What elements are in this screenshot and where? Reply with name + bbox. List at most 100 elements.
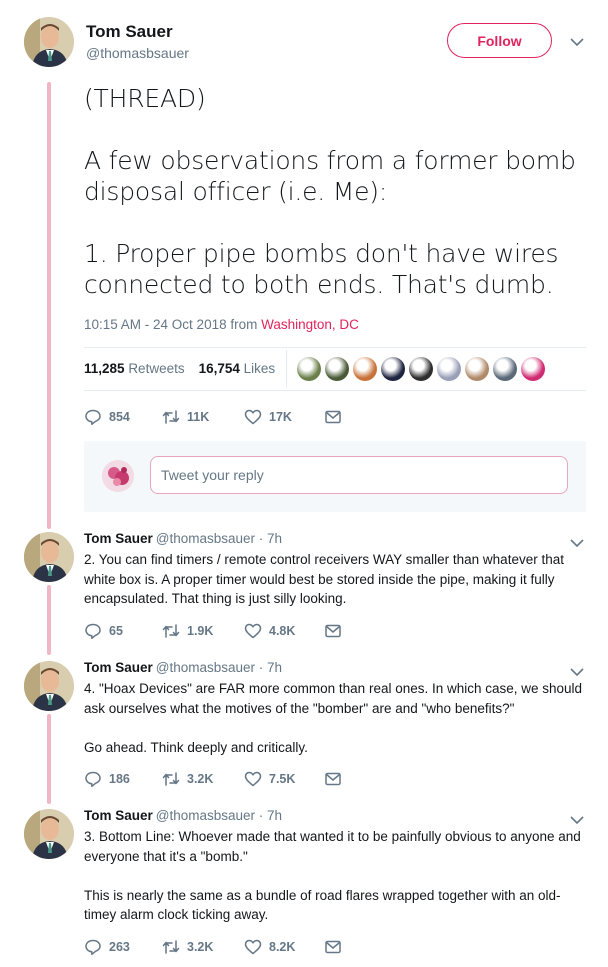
like-action[interactable]: 7.5K	[244, 770, 324, 788]
retweet-icon	[162, 940, 180, 954]
thread-line	[47, 714, 51, 804]
like-count: 17K	[269, 410, 292, 424]
reply-icon	[85, 409, 101, 426]
retweet-icon	[162, 772, 180, 786]
direct-message-action[interactable]	[324, 938, 342, 956]
reply-author[interactable]: Tom Sauer @thomasbsauer · 7h	[84, 660, 282, 675]
author-handle-time: @thomasbsauer · 7h	[155, 531, 283, 546]
reply-count: 263	[109, 940, 130, 954]
tweet-actions: 186 3.2K 7.5K	[84, 770, 342, 788]
thread-line	[47, 585, 51, 655]
tweet-actions: 263 3.2K 8.2K	[84, 938, 342, 956]
avatar	[102, 460, 134, 492]
author-name[interactable]: Tom Sauer	[86, 22, 173, 42]
divider	[84, 347, 586, 348]
reply-count: 186	[109, 772, 130, 786]
retweet-count: 3.2K	[187, 772, 214, 786]
liker-avatar[interactable]	[521, 357, 545, 381]
heart-icon	[244, 623, 262, 639]
reply-action[interactable]: 186	[84, 770, 162, 788]
timestamp-text: 10:15 AM - 24 Oct 2018 from	[84, 317, 262, 332]
chevron-down-icon[interactable]	[569, 537, 585, 549]
reply-action[interactable]: 263	[84, 938, 162, 956]
reply-icon	[85, 771, 101, 788]
retweet-icon	[162, 624, 180, 638]
reply-composer: Tweet your reply	[84, 441, 586, 512]
envelope-icon	[325, 940, 341, 954]
heart-icon	[244, 409, 262, 425]
retweet-action[interactable]: 3.2K	[162, 938, 244, 956]
avatar[interactable]	[24, 17, 74, 67]
divider	[84, 390, 586, 391]
tweet-timestamp: 10:15 AM - 24 Oct 2018 from Washington, …	[84, 317, 359, 332]
chevron-down-icon[interactable]	[569, 814, 585, 826]
reply-icon	[85, 939, 101, 956]
liker-avatar[interactable]	[465, 357, 489, 381]
retweet-count: 11K	[187, 410, 210, 424]
retweet-action[interactable]: 1.9K	[162, 622, 244, 640]
author-handle-time: @thomasbsauer · 7h	[155, 660, 283, 675]
tweet-text: 3. Bottom Line: Whoever made that wanted…	[84, 829, 581, 922]
retweets-count: 11,285	[84, 361, 125, 376]
reply-action[interactable]: 65	[84, 622, 162, 640]
author-handle[interactable]: @thomasbsauer	[86, 45, 189, 61]
follow-button[interactable]: Follow	[447, 23, 552, 58]
avatar[interactable]	[24, 661, 74, 711]
liker-avatar[interactable]	[409, 357, 433, 381]
like-count: 8.2K	[269, 940, 296, 954]
direct-message-action[interactable]	[324, 770, 342, 788]
retweet-count: 3.2K	[187, 940, 214, 954]
retweets-stat[interactable]: 11,285 Retweets	[84, 361, 185, 376]
tweet-text: 2. You can find timers / remote control …	[84, 552, 564, 606]
reply-author[interactable]: Tom Sauer @thomasbsauer · 7h	[84, 531, 282, 546]
liker-avatar[interactable]	[437, 357, 461, 381]
reply-author[interactable]: Tom Sauer @thomasbsauer · 7h	[84, 808, 282, 823]
thread-line	[47, 82, 51, 529]
avatar[interactable]	[24, 532, 74, 582]
tweet-actions: 65 1.9K 4.8K	[84, 622, 342, 640]
liker-avatar[interactable]	[325, 357, 349, 381]
retweet-count: 1.9K	[187, 624, 214, 638]
divider	[286, 350, 287, 388]
like-action[interactable]: 4.8K	[244, 622, 324, 640]
likes-label: Likes	[243, 361, 276, 376]
author-name: Tom Sauer	[84, 808, 153, 823]
liker-avatars	[297, 357, 545, 381]
like-action[interactable]: 17K	[244, 408, 324, 426]
reply-action[interactable]: 854	[84, 408, 162, 426]
direct-message-action[interactable]	[324, 622, 342, 640]
envelope-icon	[325, 410, 341, 424]
liker-avatar[interactable]	[297, 357, 321, 381]
tweet-text: 4. "Hoax Devices" are FAR more common th…	[84, 681, 583, 755]
liker-avatar[interactable]	[381, 357, 405, 381]
author-name: Tom Sauer	[84, 531, 153, 546]
reply-icon	[85, 623, 101, 640]
avatar[interactable]	[24, 809, 74, 859]
location-link[interactable]: Washington, DC	[261, 317, 359, 332]
like-count: 7.5K	[269, 772, 296, 786]
retweets-label: Retweets	[128, 361, 185, 376]
chevron-down-icon[interactable]	[569, 36, 585, 48]
tweet-text: (THREAD) A few observations from a forme…	[84, 84, 576, 299]
retweet-action[interactable]: 3.2K	[162, 770, 244, 788]
liker-avatar[interactable]	[493, 357, 517, 381]
chevron-down-icon[interactable]	[569, 666, 585, 678]
retweet-action[interactable]: 11K	[162, 408, 244, 426]
tweet-actions: 854 11K 17K	[84, 408, 342, 426]
author-name: Tom Sauer	[84, 660, 153, 675]
like-count: 4.8K	[269, 624, 296, 638]
heart-icon	[244, 771, 262, 787]
likes-count: 16,754	[198, 361, 240, 376]
reply-count: 65	[109, 624, 123, 638]
envelope-icon	[325, 624, 341, 638]
retweet-icon	[162, 410, 180, 424]
reply-count: 854	[109, 410, 130, 424]
envelope-icon	[325, 772, 341, 786]
liker-avatar[interactable]	[353, 357, 377, 381]
author-handle-time: @thomasbsauer · 7h	[155, 808, 283, 823]
heart-icon	[244, 939, 262, 955]
reply-input[interactable]: Tweet your reply	[150, 456, 568, 494]
direct-message-action[interactable]	[324, 408, 342, 426]
like-action[interactable]: 8.2K	[244, 938, 324, 956]
likes-stat[interactable]: 16,754 Likes	[199, 361, 276, 376]
